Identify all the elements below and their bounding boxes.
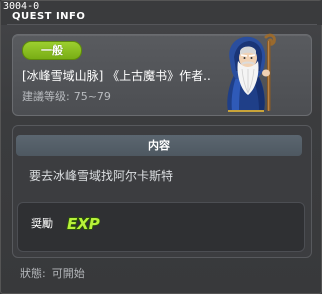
quest-category-badge: 一般 [22, 41, 82, 60]
quest-info-window: 3004-0 QUEST INFO 一般 [冰峰雪域山脉] 《上古魔书》作者..… [0, 0, 322, 294]
status-label: 狀態: [20, 267, 46, 280]
reward-panel [17, 202, 305, 252]
quest-name: [冰峰雪域山脉] 《上古魔书》作者.. [22, 69, 211, 83]
level-range: 75~79 [73, 90, 111, 103]
reward-label: 奨勵 [31, 217, 53, 230]
window-title: QUEST INFO [12, 11, 86, 22]
exp-icon: EXP [66, 214, 100, 232]
old-wizard-npc-icon [227, 33, 276, 112]
quest-description: 要去冰峰雪域找阿尔卡斯特 [29, 169, 174, 183]
quest-status: 狀態: 可開始 [20, 267, 85, 281]
recommended-level: 建議等级: 75~79 [22, 90, 111, 104]
level-label: 建議等级: [22, 90, 70, 103]
title-bar[interactable]: 3004-0 QUEST INFO [1, 1, 322, 25]
exp-icon-text: EXP [67, 215, 100, 232]
status-value: 可開始 [51, 267, 85, 280]
title-divider [7, 24, 317, 25]
content-header: 内容 [16, 135, 302, 156]
